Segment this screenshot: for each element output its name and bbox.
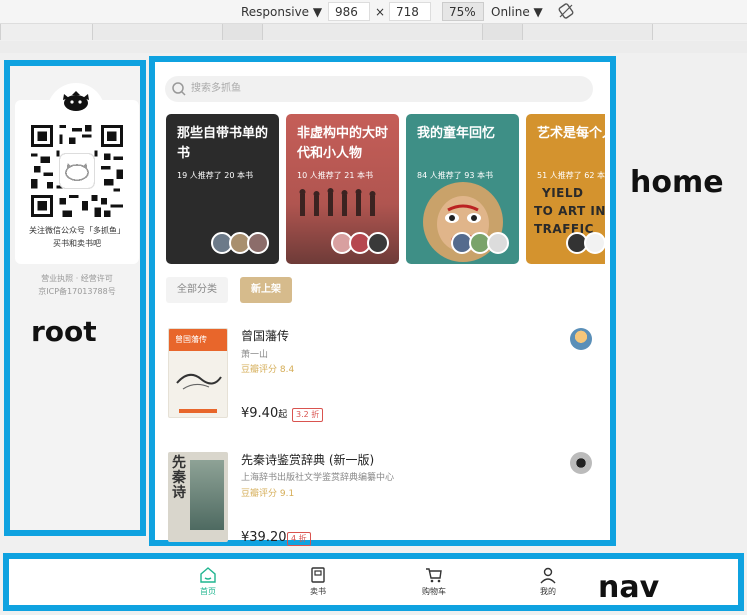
book-rating: 豆瓣评分 9.1	[241, 489, 295, 499]
qr-caption-line1: 关注微信公众号「多抓鱼」	[29, 226, 125, 235]
avatar	[367, 232, 389, 254]
book-icon	[311, 567, 325, 583]
discount-badge: 3.2 折	[292, 408, 324, 422]
user-icon	[540, 567, 556, 584]
nav-item-home[interactable]: 首页	[188, 566, 228, 597]
qr-caption-line2: 买书和卖书吧	[53, 239, 101, 248]
network-select[interactable]: Online ▼	[491, 4, 543, 20]
search-icon	[172, 82, 186, 96]
poster-line: TO ART IN	[534, 204, 605, 218]
zoom-label: 75%	[449, 5, 476, 19]
booklist-card[interactable]: 非虚构中的大时代和小人物 10 人推荐了 21 本书	[286, 114, 399, 264]
device-select-label: Responsive	[241, 5, 310, 19]
filter-new-arrivals[interactable]: 新上架	[240, 277, 292, 303]
device-select[interactable]: Responsive ▼	[241, 4, 322, 20]
booklist-card[interactable]: 艺术是每个人的 51 人推荐了 62 本书 YIELD TO ART IN TR…	[526, 114, 605, 264]
booklist-subtitle: 51 人推荐了 62 本书	[537, 171, 605, 180]
home-label: home	[630, 165, 724, 200]
avatar-group	[331, 232, 391, 254]
avatar-group	[566, 232, 605, 254]
nav-label: 卖书	[310, 587, 326, 596]
book-price: ¥9.40起	[241, 406, 287, 421]
booklist-title: 我的童年回忆	[417, 126, 496, 141]
root-label: root	[31, 315, 97, 348]
avatar-group	[451, 232, 511, 254]
cover-stripe	[179, 409, 217, 413]
book-author: 萧一山	[241, 350, 269, 360]
book-title[interactable]: 曾国藩传	[241, 327, 289, 344]
nav-item-cart[interactable]: 购物车	[414, 566, 454, 597]
qr-code-icon	[31, 125, 123, 217]
book-rating: 豆瓣评分 8.4	[241, 365, 295, 375]
seller-avatar[interactable]	[570, 452, 592, 474]
book-price: ¥39.20	[241, 530, 287, 545]
nav-label: 我的	[540, 587, 556, 596]
book-cover-title: 先秦诗	[172, 455, 186, 501]
cover-illustration	[176, 373, 222, 390]
book-title[interactable]: 先秦诗鉴赏辞典 (新一版)	[241, 451, 374, 468]
book-price-suffix: 起	[278, 410, 288, 420]
cart-icon	[426, 568, 442, 583]
ruler-track	[0, 41, 747, 53]
discount-badge: 4 折	[287, 532, 311, 546]
booklist-title: 艺术是每个人的	[537, 126, 605, 141]
book-cover[interactable]: 先秦诗	[168, 452, 228, 542]
network-label: Online	[491, 5, 530, 19]
qr-caption: 关注微信公众号「多抓鱼」 买书和卖书吧	[15, 224, 139, 250]
avatar	[247, 232, 269, 254]
booklist-subtitle: 19 人推荐了 20 本书	[177, 171, 253, 180]
book-cover-title: 曾国藩传	[169, 329, 227, 351]
booklist-card[interactable]: 那些自带书单的书 19 人推荐了 20 本书	[166, 114, 279, 264]
fish-logo-icon	[63, 91, 89, 111]
site-footer: 营业执照 · 经营许可 京ICP备17013788号	[15, 272, 139, 298]
license-links[interactable]: 营业执照 · 经营许可	[15, 272, 139, 285]
avatar	[584, 232, 605, 254]
width-input[interactable]: 986	[328, 2, 370, 21]
zoom-select[interactable]: 75% ▼	[442, 2, 484, 38]
booklist-title: 那些自带书单的书	[177, 126, 269, 161]
search-placeholder: 搜索多抓鱼	[191, 83, 241, 94]
book-cover[interactable]: 曾国藩传	[168, 328, 228, 418]
filter-all-categories[interactable]: 全部分类	[166, 277, 228, 303]
media-query-ruler	[0, 24, 747, 40]
booklist-card[interactable]: 我的童年回忆 84 人推荐了 93 本书	[406, 114, 519, 264]
times-sign: ×	[375, 5, 386, 19]
book-price-value: ¥9.40	[241, 406, 279, 421]
nav-label: 首页	[200, 587, 216, 596]
rotate-icon[interactable]	[558, 3, 574, 19]
poster-line: YIELD	[542, 186, 584, 200]
booklist-carousel[interactable]: 那些自带书单的书 19 人推荐了 20 本书 非虚构中的大时代和小人物 10 人…	[155, 112, 605, 266]
nav-label: 购物车	[422, 587, 446, 596]
cover-painting	[190, 460, 224, 530]
avatar	[487, 232, 509, 254]
height-input[interactable]: 718	[389, 2, 431, 21]
seller-avatar[interactable]	[570, 328, 592, 350]
book-author: 上海辞书出版社文学鉴赏辞典编纂中心	[241, 473, 395, 483]
silhouette-illustration	[299, 188, 376, 216]
poster-text: YIELD TO ART IN TRAFFIC	[534, 184, 605, 238]
nav-item-profile[interactable]: 我的	[528, 566, 568, 597]
home-icon	[200, 567, 216, 583]
nav-item-sell[interactable]: 卖书	[298, 566, 338, 597]
icp-number: 京ICP备17013788号	[38, 287, 116, 296]
booklist-subtitle: 10 人推荐了 21 本书	[297, 171, 373, 180]
avatar-group	[211, 232, 271, 254]
booklist-title: 非虚构中的大时代和小人物	[297, 126, 389, 161]
devtools-toolbar: Responsive ▼ 986 × 718 75% ▼ Online ▼	[0, 0, 747, 38]
nav-label-annotation: nav	[598, 570, 660, 605]
